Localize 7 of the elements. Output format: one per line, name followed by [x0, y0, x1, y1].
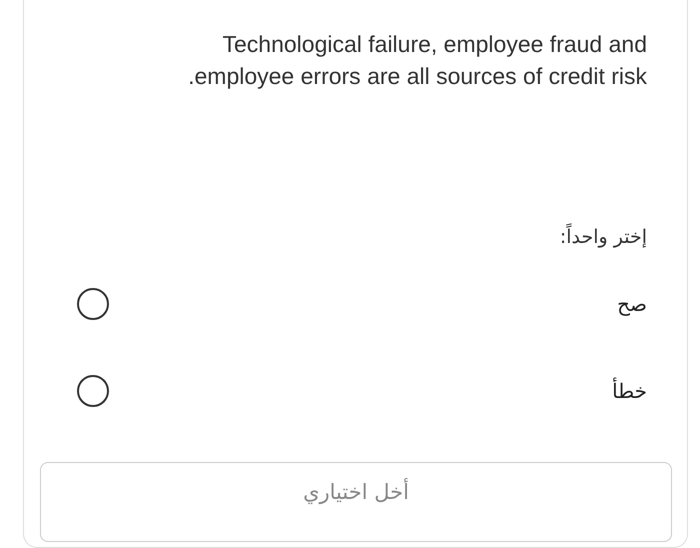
radio-button[interactable]: [77, 374, 109, 406]
option-label: خطأ: [612, 378, 647, 402]
clear-choice-button[interactable]: أخل اختياري: [40, 462, 672, 542]
prompt-text: إختر واحداً:: [40, 226, 647, 248]
option-label: صح: [617, 292, 647, 316]
radio-button[interactable]: [77, 288, 109, 320]
question-text: Technological failure, employee fraud and employee errors are all sources of credit risk.: [187, 30, 647, 91]
